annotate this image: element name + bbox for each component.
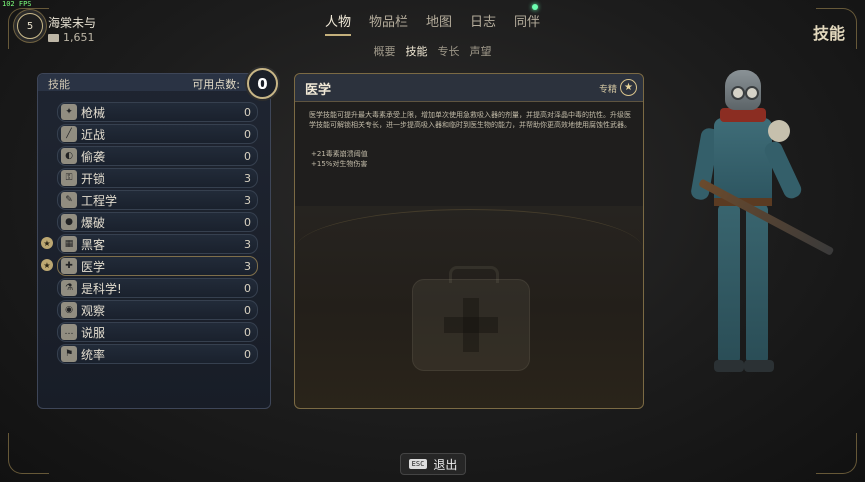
skill-row-sneak[interactable]: ◐ 偷袭 0 <box>57 146 258 166</box>
medkit-icon: ✚ <box>61 258 77 274</box>
skill-value: 0 <box>244 149 251 163</box>
skill-name: 医学 <box>81 259 106 274</box>
skill-name: 是科学! <box>81 281 122 296</box>
goggle-right <box>745 86 759 100</box>
lead-icon: ⚑ <box>61 346 77 362</box>
detail-title: 医学 <box>305 83 332 98</box>
skill-row-lead[interactable]: ⚑ 统率 0 <box>57 344 258 364</box>
explosive-icon: ● <box>61 214 77 230</box>
character-shoulder-pad <box>768 120 790 142</box>
subtab-overview[interactable]: 概要 <box>374 43 396 59</box>
character-model[interactable] <box>680 70 840 390</box>
character-leg-right <box>746 204 768 364</box>
skill-value: 0 <box>244 281 251 295</box>
medkit-cross-horizontal <box>444 317 498 333</box>
main-tabs: 人物 物品栏 地图 日志 同伴 <box>0 4 865 36</box>
skill-row-science[interactable]: ⚗ 是科学! 0 <box>57 278 258 298</box>
skill-value: 0 <box>244 347 251 361</box>
eye-icon: ◉ <box>61 302 77 318</box>
specialization-star-icon: ★ <box>41 259 53 271</box>
skill-name: 近战 <box>81 127 106 142</box>
skill-bonus: +21毒素崩溃阈值 <box>311 150 368 158</box>
skill-value: 0 <box>244 105 251 119</box>
melee-icon: ╱ <box>61 126 77 142</box>
esc-key-icon: ESC <box>408 459 428 469</box>
subtab-perks[interactable]: 专长 <box>438 43 460 59</box>
speech-icon: … <box>61 324 77 340</box>
skill-detail-panel: 医学 专精 ★ 医学技能可提升最大毒素承受上限，增加单次使用急救吸入器的剂量，并… <box>294 73 644 409</box>
skills-title: 技能 <box>48 78 70 91</box>
exit-button[interactable]: ESC 退出 <box>400 453 466 475</box>
skill-value: 0 <box>244 127 251 141</box>
skill-value: 0 <box>244 303 251 317</box>
skill-row-observe[interactable]: ◉ 观察 0 <box>57 300 258 320</box>
gun-icon: ✦ <box>61 104 77 120</box>
skill-value: 3 <box>244 259 251 273</box>
skill-name: 说服 <box>81 325 106 340</box>
hack-icon: ▦ <box>61 236 77 252</box>
tab-inventory[interactable]: 物品栏 <box>369 11 408 30</box>
character-scarf <box>720 108 766 122</box>
lockpick-icon: ⚿ <box>61 170 77 186</box>
medkit-handle <box>449 266 499 283</box>
skill-name: 工程学 <box>81 193 118 208</box>
skill-name: 枪械 <box>81 105 106 120</box>
tab-map[interactable]: 地图 <box>426 11 452 30</box>
tab-character[interactable]: 人物 <box>324 11 351 36</box>
tab-companions-label: 同伴 <box>514 15 541 30</box>
skill-row-persuade[interactable]: … 说服 0 <box>57 322 258 342</box>
character-boot-left <box>714 360 744 372</box>
character-boot-right <box>744 360 774 372</box>
available-points-value: 0 <box>247 68 278 99</box>
currency-icon <box>48 33 59 42</box>
skill-value: 3 <box>244 171 251 185</box>
goggle-left <box>731 86 745 100</box>
points-label: 可用点数: <box>192 78 240 91</box>
subtab-skills[interactable]: 技能 <box>406 43 428 59</box>
skill-name: 爆破 <box>81 215 106 230</box>
skill-name: 开锁 <box>81 171 106 186</box>
skill-name: 观察 <box>81 303 106 318</box>
skill-value: 0 <box>244 325 251 339</box>
exit-label: 退出 <box>433 457 458 472</box>
detail-header: 医学 专精 ★ <box>295 74 643 102</box>
character-helmet <box>725 70 761 110</box>
skills-header: 技能 可用点数: <box>38 74 270 91</box>
medkit-illustration-icon <box>412 266 530 371</box>
skills-panel: 技能 可用点数: ✦ 枪械 0 ╱ 近战 0 ◐ 偷袭 0 ⚿ 开锁 3 ✎ 工… <box>37 73 271 409</box>
fps-counter: 102 FPS <box>2 0 32 8</box>
skill-row-melee[interactable]: ╱ 近战 0 <box>57 124 258 144</box>
sub-tabs: 概要 技能 专长 声望 <box>0 43 865 59</box>
skill-name: 黑客 <box>81 237 106 252</box>
wrench-icon: ✎ <box>61 192 77 208</box>
page-title: 技能 <box>812 24 845 43</box>
tab-journal[interactable]: 日志 <box>470 11 496 30</box>
frame-corner-bottom-right <box>816 433 857 474</box>
skill-row-engineering[interactable]: ✎ 工程学 3 <box>57 190 258 210</box>
sneak-icon: ◐ <box>61 148 77 164</box>
skill-row-hack[interactable]: ★ ▦ 黑客 3 <box>41 234 258 254</box>
skill-bonus: +15%对生物伤害 <box>311 160 368 168</box>
skill-name: 偷袭 <box>81 149 106 164</box>
subtab-reputation[interactable]: 声望 <box>470 43 492 59</box>
skill-value: 3 <box>244 193 251 207</box>
specialization-star-icon: ★ <box>620 79 637 96</box>
science-icon: ⚗ <box>61 280 77 296</box>
skill-row-medicine[interactable]: ★ ✚ 医学 3 <box>41 256 258 276</box>
skill-description: 医学技能可提升最大毒素承受上限，增加单次使用急救吸入器的剂量，并提高对泽晶中毒的… <box>309 111 631 129</box>
skill-value: 0 <box>244 215 251 229</box>
skill-name: 统率 <box>81 347 106 362</box>
skill-row-guns[interactable]: ✦ 枪械 0 <box>57 102 258 122</box>
skill-row-lockpick[interactable]: ⚿ 开锁 3 <box>57 168 258 188</box>
frame-corner-bottom-left <box>8 433 49 474</box>
tab-companions[interactable]: 同伴 <box>514 4 541 30</box>
notification-dot <box>532 4 539 10</box>
skill-row-explosives[interactable]: ● 爆破 0 <box>57 212 258 232</box>
skill-value: 3 <box>244 237 251 251</box>
specialization-label: 专精 <box>598 85 617 95</box>
character-leg-left <box>718 204 740 364</box>
specialization-star-icon: ★ <box>41 237 53 249</box>
